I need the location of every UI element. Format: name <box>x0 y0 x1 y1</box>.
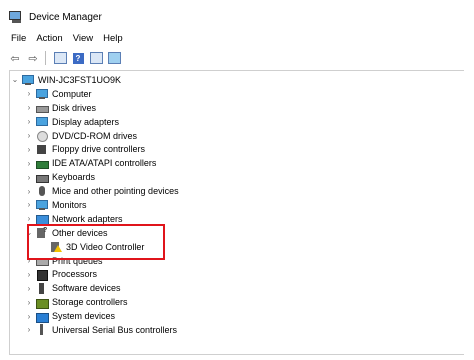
tree-item-label: DVD/CD-ROM drives <box>52 130 138 141</box>
chevron-right-icon[interactable]: › <box>24 214 34 223</box>
chevron-right-icon[interactable]: › <box>24 103 34 112</box>
tree-item[interactable]: › Software devices <box>10 281 464 295</box>
tree-item[interactable]: › Monitors <box>10 198 464 212</box>
tree-item-label: System devices <box>52 311 116 322</box>
computer-icon <box>22 74 34 86</box>
toolbar: ⇦ ⇨ ? <box>0 48 474 68</box>
forward-arrow-icon[interactable]: ⇨ <box>25 50 41 66</box>
tree-item-label: Keyboards <box>52 172 96 183</box>
chevron-right-icon[interactable]: › <box>24 145 34 154</box>
device-tree: ⌄ WIN-JC3FST1UO9K › Computer › Disk driv… <box>10 73 464 337</box>
chevron-right-icon[interactable]: › <box>24 187 34 196</box>
tree-item[interactable]: › IDE ATA/ATAPI controllers <box>10 156 464 170</box>
tree-item[interactable]: › Computer <box>10 87 464 101</box>
chevron-right-icon[interactable]: › <box>24 117 34 126</box>
tree-item-label: Universal Serial Bus controllers <box>52 324 178 335</box>
tree-item[interactable]: › Mice and other pointing devices <box>10 184 464 198</box>
tree-item[interactable]: › Disk drives <box>10 101 464 115</box>
computer-icon <box>36 88 48 100</box>
tree-item-label: Mice and other pointing devices <box>52 186 179 197</box>
chevron-right-icon[interactable]: › <box>24 284 34 293</box>
tree-item-label: Computer <box>52 88 92 99</box>
tree-item-label: Processors <box>52 269 98 280</box>
tree-item-label: Monitors <box>52 199 87 210</box>
chevron-right-icon[interactable]: › <box>24 131 34 140</box>
window-title: Device Manager <box>29 11 102 23</box>
chevron-right-icon[interactable]: › <box>24 312 34 321</box>
tree-item[interactable]: › Universal Serial Bus controllers <box>10 323 464 337</box>
tree-item[interactable]: › Keyboards <box>10 170 464 184</box>
ide-icon <box>36 158 49 169</box>
floppy-icon <box>36 144 48 155</box>
keyboard-icon <box>36 172 49 183</box>
chevron-right-icon[interactable]: › <box>24 159 34 168</box>
update-icon[interactable] <box>88 50 104 66</box>
tree-item[interactable]: › Storage controllers <box>10 295 464 309</box>
display-icon <box>36 116 48 127</box>
storage-icon <box>36 297 49 309</box>
chevron-right-icon[interactable]: › <box>24 173 34 182</box>
tree-item-label: Floppy drive controllers <box>52 144 146 155</box>
tree-item[interactable]: › Floppy drive controllers <box>10 142 464 156</box>
system-icon <box>36 311 49 323</box>
highlight-box <box>27 224 165 260</box>
tree-root-label: WIN-JC3FST1UO9K <box>38 74 122 85</box>
monitor-icon <box>36 199 48 211</box>
tree-item-label: Software devices <box>52 283 121 294</box>
tree-item[interactable]: › System devices <box>10 309 464 323</box>
processor-icon <box>36 269 48 281</box>
menu-help[interactable]: Help <box>98 33 128 44</box>
tree-root[interactable]: ⌄ WIN-JC3FST1UO9K <box>10 73 464 87</box>
menu-bar: File Action View Help <box>0 29 128 47</box>
chevron-right-icon[interactable]: › <box>24 270 34 279</box>
menu-view[interactable]: View <box>68 33 98 44</box>
tree-item-label: Network adapters <box>52 213 123 224</box>
menu-file[interactable]: File <box>6 33 31 44</box>
chevron-down-icon[interactable]: ⌄ <box>10 75 20 84</box>
tree-item-label: Storage controllers <box>52 297 128 308</box>
toolbar-separator <box>45 51 46 65</box>
menu-action[interactable]: Action <box>31 33 67 44</box>
chevron-right-icon[interactable]: › <box>24 298 34 307</box>
chevron-right-icon[interactable]: › <box>24 200 34 209</box>
back-arrow-icon[interactable]: ⇦ <box>7 50 23 66</box>
chevron-right-icon[interactable]: › <box>24 89 34 98</box>
help-icon[interactable]: ? <box>70 50 86 66</box>
mouse-icon <box>36 185 48 197</box>
device-manager-icon <box>9 10 23 24</box>
network-icon <box>36 213 49 226</box>
usb-icon <box>36 324 48 336</box>
tree-item[interactable]: › Display adapters <box>10 115 464 129</box>
tree-item[interactable]: › Processors <box>10 267 464 281</box>
chevron-right-icon[interactable]: › <box>24 325 34 334</box>
device-tree-panel: ⌄ WIN-JC3FST1UO9K › Computer › Disk driv… <box>9 70 464 355</box>
tree-item[interactable]: › DVD/CD-ROM drives <box>10 129 464 143</box>
tree-item-label: Display adapters <box>52 116 120 127</box>
software-icon <box>36 282 48 294</box>
tree-item-label: IDE ATA/ATAPI controllers <box>52 158 157 169</box>
tree-item-label: Disk drives <box>52 102 97 113</box>
drive-icon <box>36 102 49 114</box>
dvd-icon <box>36 130 48 142</box>
scan-monitor-icon[interactable] <box>106 50 122 66</box>
properties-icon[interactable] <box>52 50 68 66</box>
